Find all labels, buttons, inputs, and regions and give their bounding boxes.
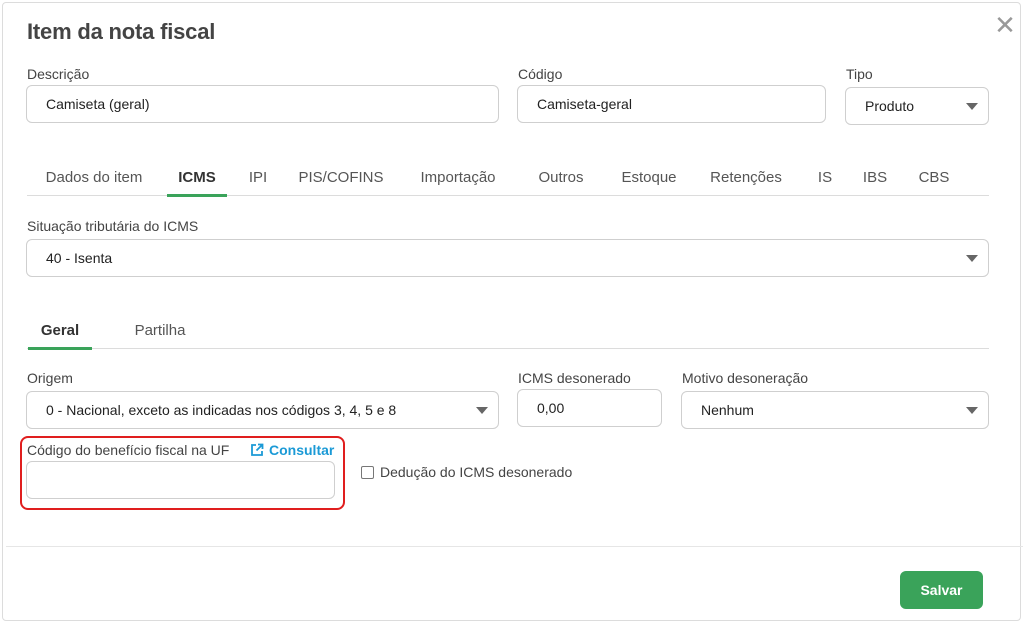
desonerado-input[interactable]: 0,00 <box>517 389 662 427</box>
consultar-link[interactable]: Consultar <box>250 442 334 458</box>
external-link-icon <box>251 443 264 456</box>
descricao-label: Descrição <box>27 66 90 82</box>
tipo-select[interactable]: Produto <box>845 87 989 125</box>
motivo-label: Motivo desoneração <box>682 370 809 386</box>
tipo-value: Produto <box>865 98 915 114</box>
motivo-select[interactable]: Nenhum <box>681 391 989 429</box>
situacao-select[interactable]: 40 - Isenta <box>26 239 989 277</box>
tab-dados-do-item[interactable]: Dados do item <box>27 168 161 196</box>
beneficio-label: Código do benefício fiscal na UF <box>27 442 230 458</box>
beneficio-input[interactable] <box>26 461 335 499</box>
footer-divider <box>6 546 1023 547</box>
desonerado-value: 0,00 <box>537 400 565 416</box>
origem-select[interactable]: 0 - Nacional, exceto as indicadas nos có… <box>26 391 499 429</box>
descricao-input[interactable]: Camiseta (geral) <box>26 85 499 123</box>
deducao-label: Dedução do ICMS desonerado <box>380 464 573 480</box>
situacao-value: 40 - Isenta <box>46 250 113 266</box>
motivo-value: Nenhum <box>701 402 754 418</box>
codigo-label: Código <box>518 66 563 82</box>
descricao-value: Camiseta (geral) <box>46 96 150 112</box>
codigo-value: Camiseta-geral <box>537 96 632 112</box>
tab-pis-cofins[interactable]: PIS/COFINS <box>291 168 391 196</box>
save-button[interactable]: Salvar <box>900 571 983 609</box>
tab-ipi[interactable]: IPI <box>241 168 275 196</box>
desonerado-label: ICMS desonerado <box>518 370 631 386</box>
chevron-down-icon <box>966 255 978 262</box>
chevron-down-icon <box>966 407 978 414</box>
modal-title: Item da nota fiscal <box>27 19 216 44</box>
close-icon[interactable]: ✕ <box>991 11 1019 39</box>
chevron-down-icon <box>476 407 488 414</box>
origem-label: Origem <box>27 370 73 386</box>
main-tabs: Dados do item ICMS IPI PIS/COFINS Import… <box>27 168 989 197</box>
modal-dialog: Item da nota fiscal ✕ Descrição Camiseta… <box>2 2 1023 621</box>
consultar-label: Consultar <box>269 442 335 458</box>
tab-estoque[interactable]: Estoque <box>611 168 687 196</box>
chevron-down-icon <box>966 103 978 110</box>
tab-ibs[interactable]: IBS <box>855 168 895 196</box>
deducao-row[interactable]: Dedução do ICMS desonerado <box>361 464 572 480</box>
tab-is[interactable]: IS <box>807 168 843 196</box>
tipo-label: Tipo <box>846 66 873 82</box>
subtab-geral[interactable]: Geral <box>28 321 92 350</box>
tab-retencoes[interactable]: Retenções <box>703 168 789 196</box>
tab-cbs[interactable]: CBS <box>911 168 957 196</box>
tab-importacao[interactable]: Importação <box>413 168 503 196</box>
tab-outros[interactable]: Outros <box>527 168 595 196</box>
icms-subtabs: Geral Partilha <box>27 321 989 350</box>
origem-value: 0 - Nacional, exceto as indicadas nos có… <box>46 402 397 418</box>
situacao-label: Situação tributária do ICMS <box>27 218 199 234</box>
codigo-input[interactable]: Camiseta-geral <box>517 85 826 123</box>
tab-icms[interactable]: ICMS <box>167 168 227 197</box>
subtab-partilha[interactable]: Partilha <box>123 321 197 349</box>
deducao-checkbox[interactable] <box>361 465 374 479</box>
